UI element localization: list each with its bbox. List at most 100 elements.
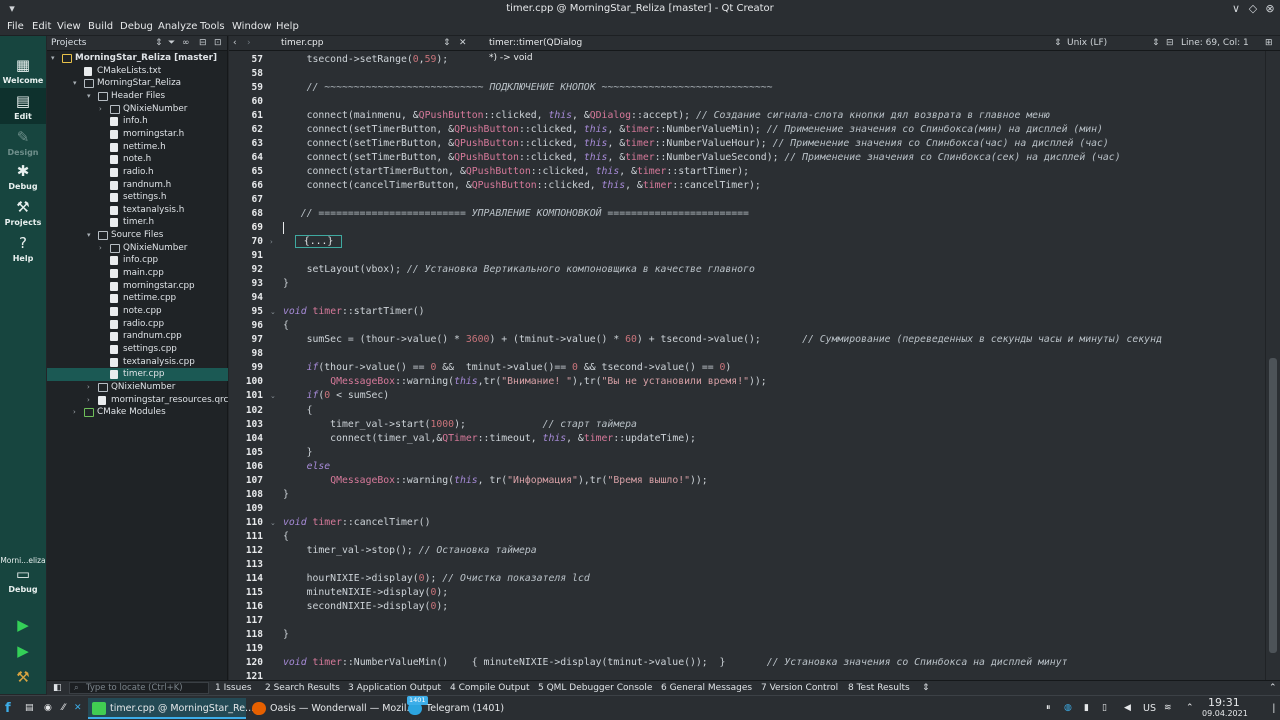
menu-file[interactable]: File — [7, 21, 24, 32]
menu-debug[interactable]: Debug — [120, 21, 153, 32]
fold-marker-icon[interactable]: ⌄ — [270, 305, 276, 319]
code-line[interactable]: if(thour->value() == 0 && tminut->value(… — [283, 361, 732, 375]
expand-arrow-icon[interactable]: › — [87, 381, 90, 394]
menu-analyze[interactable]: Analyze — [158, 21, 197, 32]
encoding-label[interactable]: Unix (LF) — [1067, 36, 1107, 51]
maximize-pane-icon[interactable]: ⌃ — [1269, 681, 1277, 695]
fold-marker-icon[interactable]: ⌄ — [270, 389, 276, 403]
project-tree-item[interactable]: ▾ Source Files — [47, 229, 228, 242]
fold-marker-icon[interactable]: › — [270, 235, 273, 249]
code-line[interactable]: { — [283, 530, 289, 544]
code-line[interactable]: connect(cancelTimerButton, &QPushButton:… — [283, 179, 761, 193]
code-line[interactable]: void timer::NumberValueMin() { minuteNIX… — [283, 656, 1068, 670]
expand-arrow-icon[interactable]: › — [87, 394, 90, 407]
link-icon[interactable]: ∞ — [182, 36, 190, 51]
project-tree-item[interactable]: main.cpp — [47, 267, 228, 280]
code-line[interactable]: {...} — [283, 235, 343, 249]
project-tree-item[interactable]: › morningstar_resources.qrc — [47, 394, 228, 407]
network-manager-icon[interactable]: ◍ — [1064, 699, 1072, 718]
code-line[interactable]: connect(timer_val,&QTimer::timeout, this… — [283, 432, 696, 446]
output-tab-search-results[interactable]: 2 Search Results — [265, 681, 340, 695]
output-tabs-chevron-icon[interactable]: ⇕ — [922, 681, 930, 695]
code-line[interactable]: tsecond->setRange(0,59); — [283, 53, 449, 67]
code-line[interactable]: QMessageBox::warning(this, tr("Информаци… — [283, 474, 708, 488]
menu-build[interactable]: Build — [88, 21, 113, 32]
vscode-icon[interactable]: ✕ — [74, 699, 82, 718]
mode-design[interactable]: ✎ Design — [0, 128, 46, 160]
pause-icon[interactable]: ⏸ — [1046, 699, 1051, 718]
mode-projects[interactable]: ⚒ Projects — [0, 198, 46, 230]
split-editor-icon[interactable]: ⊟ — [1166, 36, 1174, 51]
close-window-icon[interactable]: ⊗ — [1262, 1, 1278, 17]
filter-icon[interactable]: ⏷ — [168, 36, 175, 51]
minimize-window-icon[interactable]: ∨ — [1228, 1, 1244, 17]
code-line[interactable]: } — [283, 446, 313, 460]
mode-edit[interactable]: ▤ Edit — [0, 88, 46, 124]
project-tree-item[interactable]: textanalysis.h — [47, 204, 228, 217]
project-tree-item[interactable]: nettime.cpp — [47, 292, 228, 305]
project-tree-item[interactable]: › QNixieNumber — [47, 103, 228, 116]
code-text[interactable]: tsecond->setRange(0,59); // ~~~~~~~~~~~~… — [281, 51, 1265, 680]
build-button[interactable]: ⚒ — [0, 668, 46, 688]
discord-icon[interactable]: ◉ — [44, 699, 52, 718]
show-desktop-icon[interactable]: ▕ — [1268, 699, 1274, 718]
kit-selector[interactable]: Morni...eliza ▭ Debug — [0, 556, 46, 606]
mode-debug[interactable]: ✱ Debug — [0, 162, 46, 194]
code-line[interactable]: setLayout(vbox); // Установка Вертикальн… — [283, 263, 755, 277]
code-line[interactable]: // ========================= УПРАВЛЕНИЕ … — [283, 207, 749, 221]
expand-arrow-icon[interactable]: › — [99, 242, 102, 255]
project-tree-item[interactable]: radio.cpp — [47, 318, 228, 331]
volume-icon[interactable]: ◀ — [1124, 699, 1131, 718]
wifi-icon[interactable]: ≋ — [1164, 699, 1172, 718]
line-ending-chevron-icon[interactable]: ⇕ — [1152, 36, 1160, 51]
project-tree-item[interactable]: randnum.cpp — [47, 330, 228, 343]
close-pane-icon[interactable]: ⊡ — [214, 36, 222, 51]
menu-window[interactable]: Window — [232, 21, 271, 32]
close-document-icon[interactable]: ✕ — [459, 36, 467, 51]
locator-input[interactable]: ⌕ Type to locate (Ctrl+K) — [69, 682, 209, 694]
project-tree-item[interactable]: ▾ MorningStar_Reliza [master] — [47, 52, 228, 65]
expand-arrow-icon[interactable]: ▾ — [87, 90, 91, 103]
mode-help[interactable]: ? Help — [0, 234, 46, 266]
menu-help[interactable]: Help — [276, 21, 299, 32]
code-line[interactable]: minuteNIXIE->display(0); — [283, 586, 449, 600]
code-line[interactable]: timer_val->stop(); // Остановка таймера — [283, 544, 537, 558]
output-tab-qml-debugger[interactable]: 5 QML Debugger Console — [538, 681, 652, 695]
expand-arrow-icon[interactable]: › — [73, 406, 76, 419]
back-icon[interactable]: ‹ — [233, 36, 237, 51]
code-line[interactable]: QMessageBox::warning(this,tr("Внимание! … — [283, 375, 767, 389]
code-line[interactable]: { — [283, 319, 289, 333]
project-tree-item[interactable]: morningstar.h — [47, 128, 228, 141]
run-button[interactable]: ▶ — [0, 616, 46, 636]
code-line[interactable]: } — [283, 628, 289, 642]
clock-time[interactable]: 19:31 — [1208, 697, 1240, 708]
output-tab-general-messages[interactable]: 6 General Messages — [661, 681, 752, 695]
project-tree-item[interactable]: note.cpp — [47, 305, 228, 318]
code-line[interactable]: sumSec = (thour->value() * 3600) + (tmin… — [283, 333, 1162, 347]
files-icon[interactable]: ▤ — [25, 699, 34, 718]
expand-arrow-icon[interactable]: ▾ — [87, 229, 91, 242]
project-tree-item[interactable]: timer.h — [47, 216, 228, 229]
menu-edit[interactable]: Edit — [32, 21, 51, 32]
editor-scrollbar[interactable] — [1265, 51, 1280, 680]
task-firefox[interactable]: Oasis — Wonderwall — Mozil... — [248, 698, 416, 719]
project-tree-item[interactable]: morningstar.cpp — [47, 280, 228, 293]
project-tree-item[interactable]: settings.h — [47, 191, 228, 204]
forward-icon[interactable]: › — [247, 36, 251, 51]
expand-arrow-icon[interactable]: ▾ — [73, 77, 77, 90]
code-line[interactable]: connect(setTimerButton, &QPushButton::cl… — [283, 151, 1121, 165]
code-line[interactable]: else — [283, 460, 331, 474]
code-line[interactable]: } — [283, 488, 289, 502]
split-icon[interactable]: ⊟ — [199, 36, 207, 51]
project-tree-item[interactable]: › QNixieNumber — [47, 381, 228, 394]
project-tree-item[interactable]: ▾ Header Files — [47, 90, 228, 103]
output-tab-issues[interactable]: 1 Issues — [215, 681, 252, 695]
expand-arrow-icon[interactable]: › — [99, 103, 102, 116]
clipboard-icon[interactable]: ▯ — [1102, 699, 1107, 718]
project-tree-item[interactable]: note.h — [47, 153, 228, 166]
open-document-select[interactable]: timer.cpp — [281, 36, 323, 51]
code-line[interactable]: { — [283, 404, 313, 418]
project-tree-item[interactable]: ▾ MorningStar_Reliza — [47, 77, 228, 90]
scrollbar-thumb[interactable] — [1269, 358, 1277, 653]
output-tab-compile-output[interactable]: 4 Compile Output — [450, 681, 530, 695]
